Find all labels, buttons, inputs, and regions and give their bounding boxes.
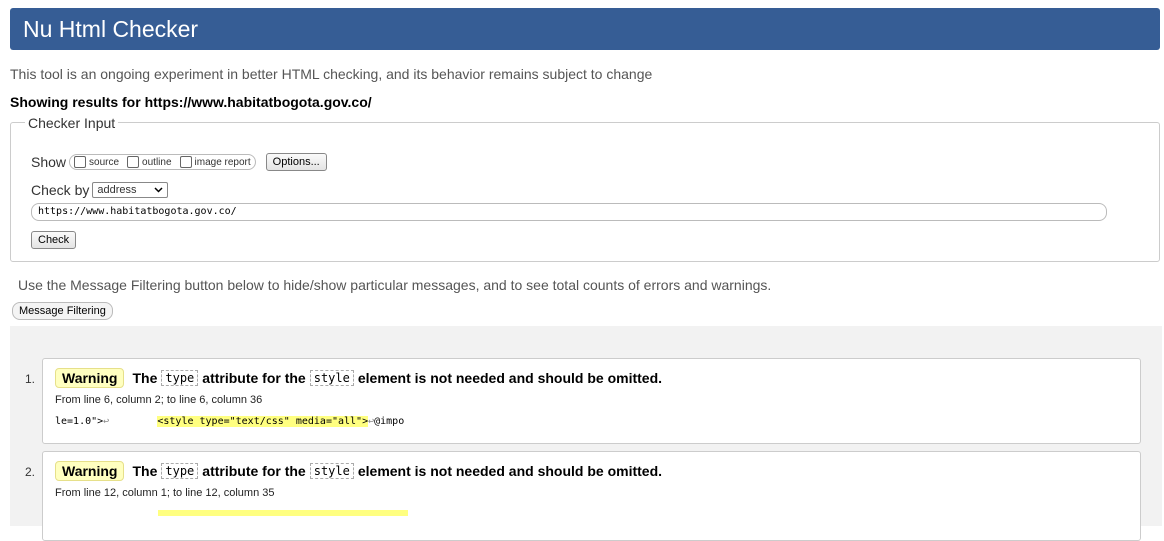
image-report-checkbox[interactable]: image report xyxy=(179,156,251,168)
message-item: 1. Warning The type attribute for the st… xyxy=(25,358,1141,444)
message-number: 2. xyxy=(25,465,36,479)
checker-input-fieldset: Checker Input Show source outline image … xyxy=(10,115,1160,262)
message-location: From line 12, column 1; to line 12, colu… xyxy=(55,487,275,499)
checkbox-box[interactable] xyxy=(127,156,140,168)
message-filtering-help-text: Use the Message Filtering button below t… xyxy=(18,277,772,293)
extract-before: le=1.0"> xyxy=(55,416,104,427)
showing-results-text: Showing results for https://www.habitatb… xyxy=(10,94,372,110)
code-attr: type xyxy=(161,370,199,386)
message-location: From line 6, column 2; to line 6, column… xyxy=(55,394,263,406)
checkbox-box[interactable] xyxy=(74,156,87,168)
code-extract-highlight-partial xyxy=(158,510,408,516)
message-text: element is not needed and should be omit… xyxy=(357,370,663,386)
show-label: Show xyxy=(31,154,67,170)
code-extract: le=1.0">↩ <style type="text/css" media="… xyxy=(55,416,404,427)
checkbox-box[interactable] xyxy=(179,156,192,168)
image-report-label: image report xyxy=(194,156,251,168)
code-element: style xyxy=(309,370,354,386)
warning-badge: Warning xyxy=(55,461,125,481)
warning-badge: Warning xyxy=(55,368,125,388)
message-heading: Warning The type attribute for the style… xyxy=(55,461,662,481)
message-heading: Warning The type attribute for the style… xyxy=(55,368,662,388)
check-button[interactable]: Check xyxy=(31,231,77,249)
check-by-select[interactable]: address xyxy=(92,182,169,198)
check-by-label: Check by xyxy=(31,182,90,198)
return-icon: ↩ xyxy=(103,416,110,427)
message-text: The xyxy=(132,370,158,386)
checker-input-legend: Checker Input xyxy=(25,115,119,131)
outline-checkbox[interactable]: outline xyxy=(127,156,172,168)
chevron-down-icon xyxy=(154,184,163,196)
results-area: 1. Warning The type attribute for the st… xyxy=(10,326,1162,541)
message-text: element is not needed and should be omit… xyxy=(357,463,663,479)
check-by-row: Check by address xyxy=(31,182,169,198)
header-banner: Nu Html Checker xyxy=(10,8,1160,50)
url-input[interactable]: https://www.habitatbogota.gov.co/ xyxy=(31,203,1107,221)
check-by-value: address xyxy=(97,184,137,196)
source-label: source xyxy=(89,156,120,168)
code-attr: type xyxy=(161,463,199,479)
intro-text: This tool is an ongoing experiment in be… xyxy=(10,66,653,82)
message-text: attribute for the xyxy=(202,463,306,479)
options-button[interactable]: Options... xyxy=(265,153,327,171)
message-item: 2. Warning The type attribute for the st… xyxy=(25,451,1141,541)
message-text: attribute for the xyxy=(202,370,306,386)
code-element: style xyxy=(309,463,354,479)
show-options-group: source outline image report xyxy=(69,154,256,170)
message-number: 1. xyxy=(25,372,36,386)
message-filtering-button[interactable]: Message Filtering xyxy=(12,302,113,320)
message-text: The xyxy=(132,463,158,479)
page-title: Nu Html Checker xyxy=(23,16,199,42)
outline-label: outline xyxy=(142,156,172,168)
show-row: Show source outline image report Options… xyxy=(31,153,327,171)
extract-highlight: <style type="text/css" media="all"> xyxy=(157,416,369,427)
extract-after: @impo xyxy=(374,416,405,427)
source-checkbox[interactable]: source xyxy=(74,156,119,168)
